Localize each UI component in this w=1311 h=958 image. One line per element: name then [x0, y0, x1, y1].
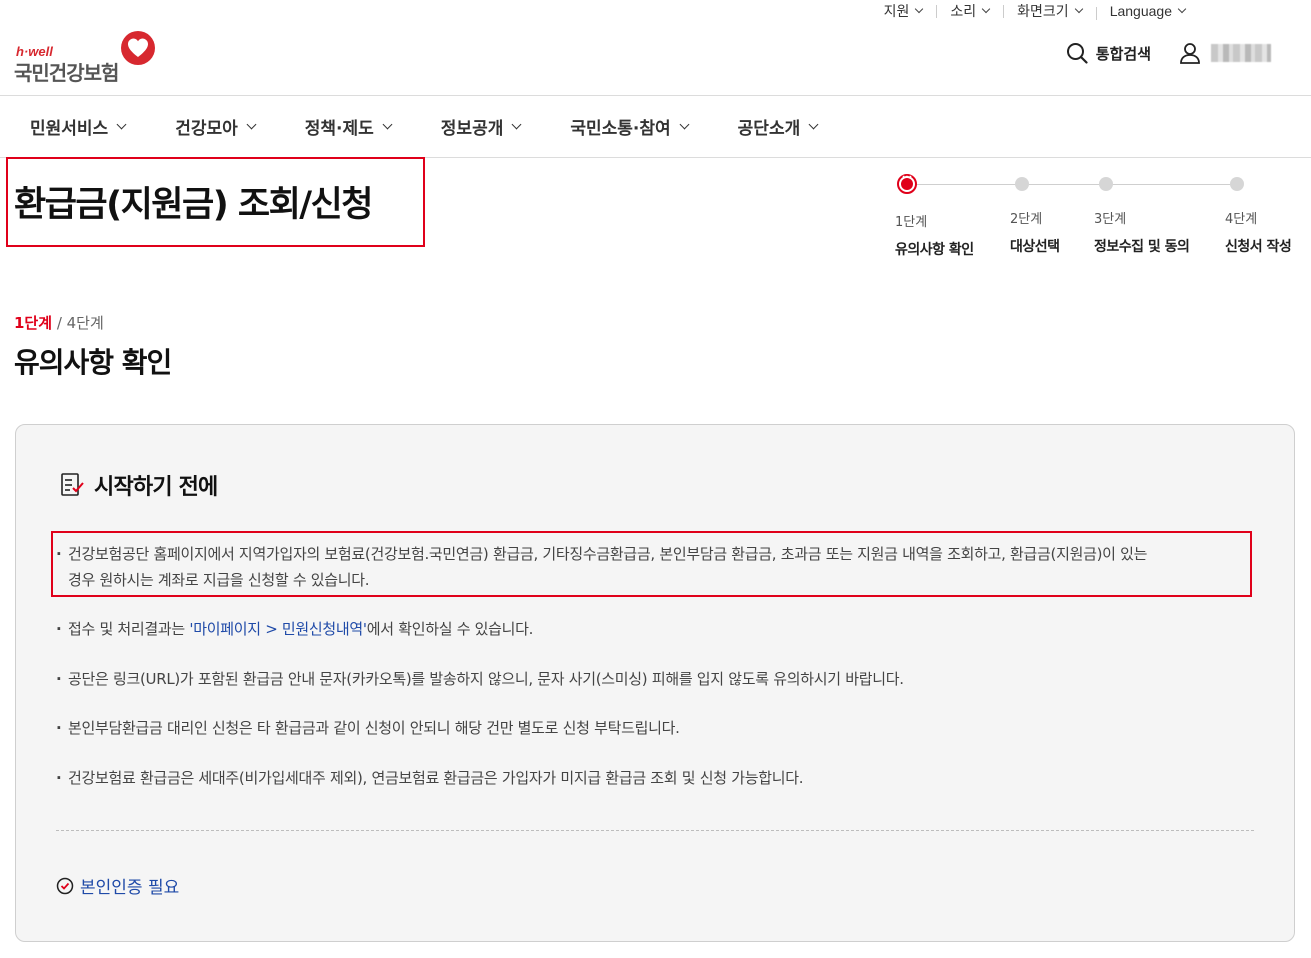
section-title: 유의사항 확인: [14, 346, 172, 379]
language-label: Language: [1109, 3, 1172, 19]
header-actions: 통합검색: [1066, 40, 1271, 66]
step-number: 3단계: [1094, 212, 1127, 227]
notice-box: 시작하기 전에 건강보험공단 홈페이지에서 지역가입자의 보험료(건강보험.국민…: [15, 424, 1295, 942]
user-menu[interactable]: [1179, 42, 1271, 64]
nav-label: 건강모아: [175, 119, 238, 139]
chevron-down-icon: [1177, 4, 1187, 14]
chevron-down-icon: [511, 119, 522, 130]
step-1: 1단계 유의사항 확인: [895, 172, 974, 259]
step-number: 4단계: [1225, 212, 1258, 227]
nav-about[interactable]: 공단소개: [737, 114, 819, 139]
current-step: 1단계: [14, 314, 53, 332]
user-icon: [1180, 43, 1200, 64]
auth-required-link[interactable]: 본인인증 필요: [56, 873, 179, 898]
nav-label: 공단소개: [737, 119, 801, 139]
step-dot: [1099, 177, 1113, 191]
nav-label: 정책·제도: [304, 119, 374, 139]
step-dot: [1015, 177, 1029, 191]
nav-label: 정보공개: [440, 119, 504, 139]
language-menu[interactable]: Language: [1095, 3, 1199, 20]
notice-item-text: 본인부담환급금 대리인 신청은 타 환급금과 같이 신청이 안되니 해당 건만 …: [68, 719, 680, 737]
step-dot: [1230, 177, 1244, 191]
nav-participation[interactable]: 국민소통·참여: [570, 114, 690, 139]
utility-bar: 지원 소리 화면크기 Language: [884, 0, 1199, 22]
notice-item-text: 건강보험공단 홈페이지에서 지역가입자의 보험료(건강보험.국민연금) 환급금,…: [68, 545, 1148, 563]
total-steps: 4단계: [66, 314, 104, 332]
nav-health-moa[interactable]: 건강모아: [175, 114, 257, 139]
auth-label: 본인인증 필요: [80, 878, 180, 898]
notice-item: 본인부담환급금 대리인 신청은 타 환급금과 같이 신청이 안되니 해당 건만 …: [56, 715, 680, 741]
page-title: 환급금(지원금) 조회/신청: [14, 185, 373, 225]
notice-item-text: 건강보험료 환급금은 세대주(비가입세대주 제외), 연금보험료 환급금은 가입…: [68, 769, 804, 787]
nav-label: 국민소통·참여: [570, 119, 671, 139]
progress-stepper: 1단계 유의사항 확인 2단계 대상선택 3단계 정보수집 및 동의 4단계 신…: [895, 172, 1305, 262]
step-4: 4단계 신청서 작성: [1225, 172, 1292, 256]
site-logo[interactable]: h·well 국민건강보험: [14, 30, 164, 85]
notice-title: 시작하기 전에: [94, 475, 218, 500]
chevron-down-icon: [116, 119, 127, 130]
chevron-down-icon: [382, 119, 393, 130]
integrated-search-button[interactable]: 통합검색: [1066, 42, 1151, 64]
notice-item: 건강보험료 환급금은 세대주(비가입세대주 제외), 연금보험료 환급금은 가입…: [56, 765, 803, 791]
notice-item: 접수 및 처리결과는 '마이페이지 > 민원신청내역'에서 확인하실 수 있습니…: [56, 616, 533, 642]
nav-civil-service[interactable]: 민원서비스: [30, 114, 127, 139]
step-2: 2단계 대상선택: [1010, 172, 1060, 256]
chevron-down-icon: [1074, 4, 1083, 14]
search-icon: [1066, 43, 1088, 64]
nav-policy[interactable]: 정책·제도: [304, 114, 393, 139]
notice-item-text: 경우 원하시는 계좌로 지급을 신청할 수 있습니다.: [68, 571, 370, 589]
chevron-down-icon: [246, 119, 257, 130]
step-label: 신청서 작성: [1225, 239, 1292, 255]
step-label: 정보수집 및 동의: [1094, 239, 1190, 255]
support-label: 지원: [883, 4, 910, 20]
main-nav: 민원서비스 건강모아 정책·제도 정보공개 국민소통·참여 공단소개: [0, 96, 819, 157]
heart-logo-icon: [121, 31, 155, 65]
check-circle-icon: [56, 877, 74, 894]
search-label: 통합검색: [1095, 44, 1151, 63]
sound-label: 소리: [950, 4, 977, 20]
step-label: 유의사항 확인: [895, 242, 974, 258]
screen-size-label: 화면크기: [1017, 4, 1069, 20]
checklist-icon: [61, 473, 84, 496]
step-number: 1단계: [895, 215, 928, 230]
chevron-down-icon: [808, 119, 819, 130]
mypage-link[interactable]: '마이페이지 > 민원신청내역': [189, 620, 367, 638]
step-label: 대상선택: [1010, 239, 1060, 255]
logo-name: 국민건강보험: [14, 61, 119, 85]
nav-label: 민원서비스: [30, 119, 109, 139]
chevron-down-icon: [981, 4, 991, 14]
notice-item: 건강보험공단 홈페이지에서 지역가입자의 보험료(건강보험.국민연금) 환급금,…: [56, 541, 1147, 593]
step-3: 3단계 정보수집 및 동의: [1094, 172, 1190, 256]
notice-divider: [56, 830, 1254, 831]
notice-item-text: 접수 및 처리결과는: [68, 620, 190, 638]
nav-info-disclosure[interactable]: 정보공개: [440, 114, 522, 139]
user-name-blurred: [1211, 44, 1271, 62]
step-indicator: 1단계 / 4단계: [14, 312, 104, 333]
notice-header: 시작하기 전에: [60, 469, 218, 501]
chevron-down-icon: [915, 4, 924, 14]
step-number: 2단계: [1010, 212, 1043, 227]
notice-item-text: 공단은 링크(URL)가 포함된 환급금 안내 문자(카카오톡)를 발송하지 않…: [68, 670, 904, 688]
sound-menu[interactable]: 소리: [936, 1, 1003, 21]
screen-size-menu[interactable]: 화면크기: [1003, 1, 1096, 21]
step-separator: /: [52, 314, 67, 332]
notice-item-text: 에서 확인하실 수 있습니다.: [366, 620, 534, 638]
step-active-dot: [897, 173, 917, 194]
support-menu[interactable]: 지원: [884, 1, 937, 21]
chevron-down-icon: [679, 119, 690, 130]
notice-item: 공단은 링크(URL)가 포함된 환급금 안내 문자(카카오톡)를 발송하지 않…: [56, 666, 904, 692]
